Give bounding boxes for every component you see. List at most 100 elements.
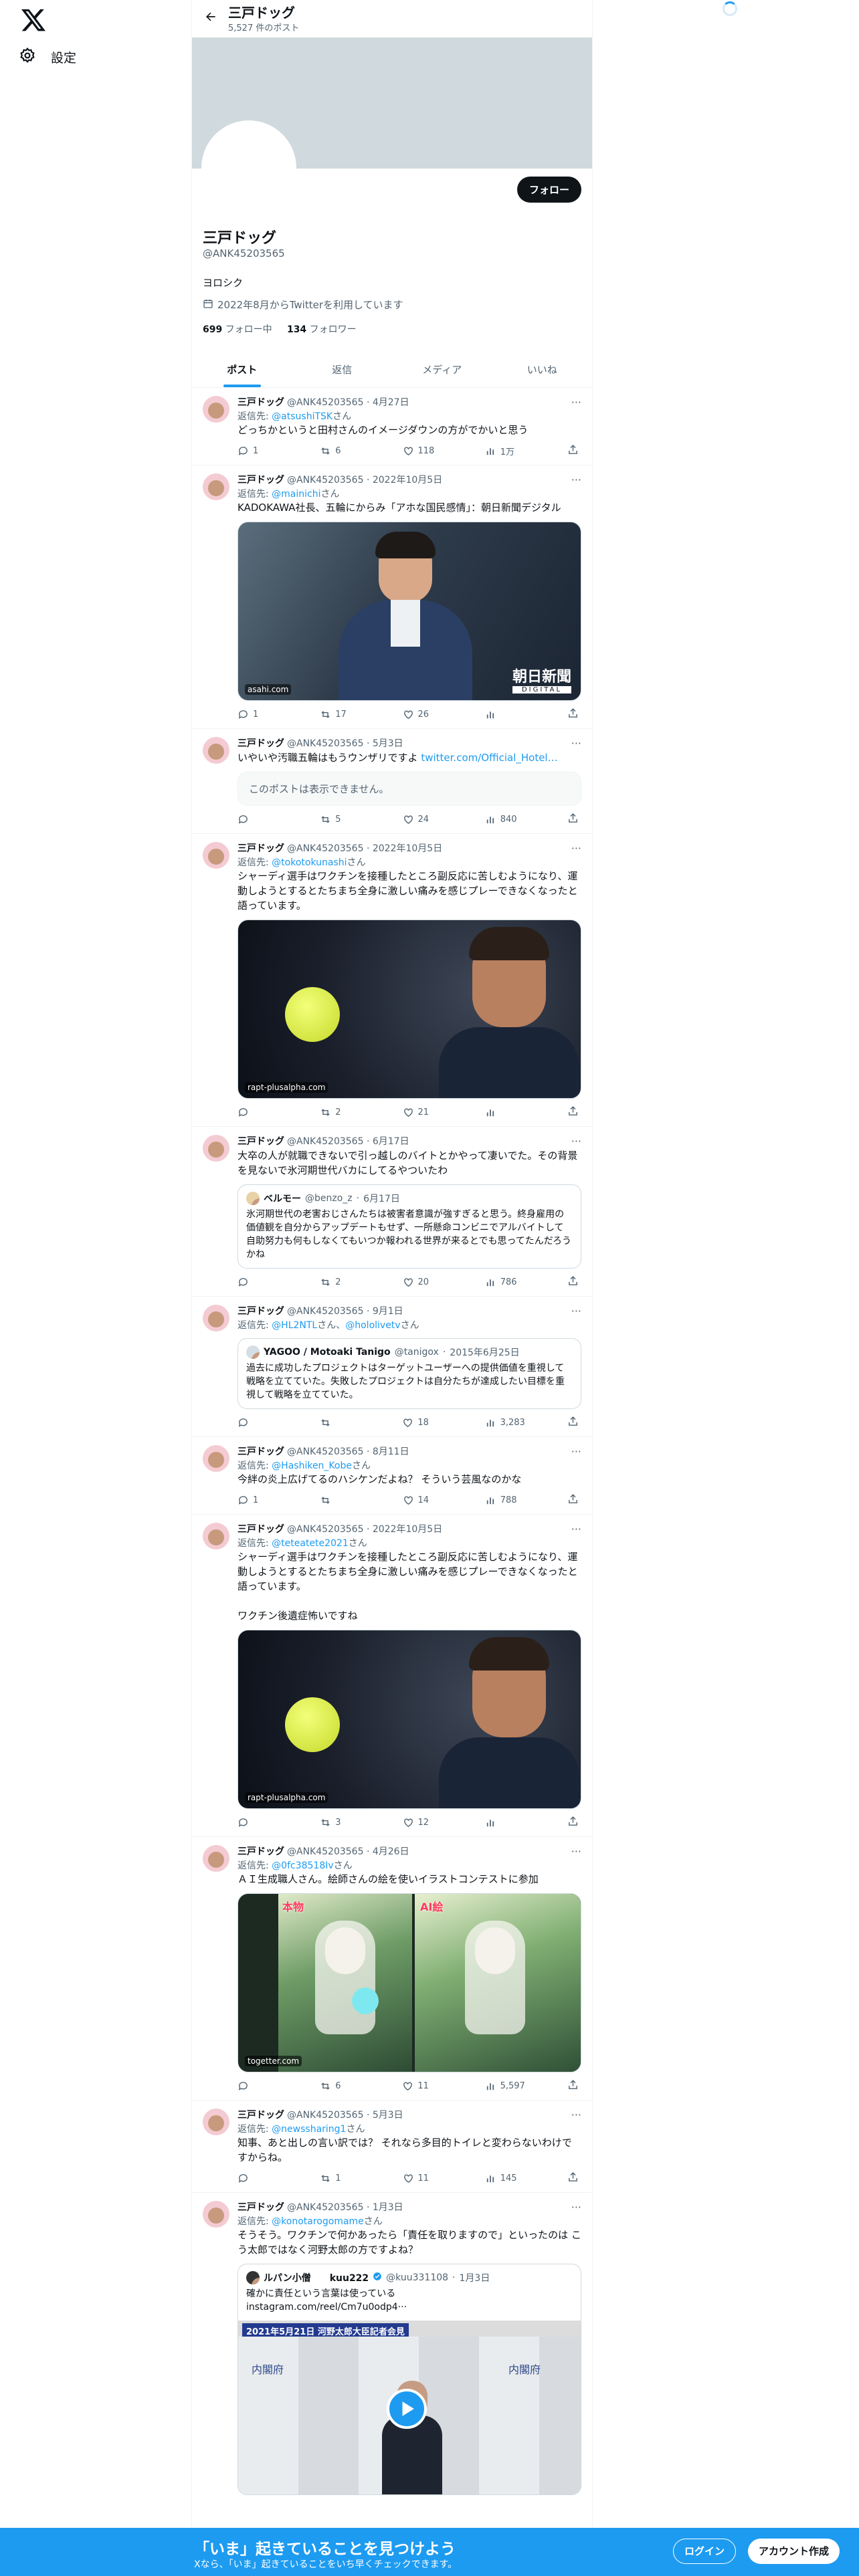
tweet-media-image[interactable]: 本物 AI絵 togetter.com	[237, 1893, 581, 2072]
retweet-button[interactable]: 2	[320, 1275, 360, 1289]
avatar[interactable]	[203, 1445, 229, 1472]
tweet-author[interactable]: 三戸ドッグ	[237, 396, 284, 409]
avatar[interactable]	[203, 842, 229, 869]
more-icon[interactable]: ···	[571, 737, 581, 750]
tweet[interactable]: 三戸ドッグ @ANK45203565 · 9月1日 ··· 返信先: @HL2NTL…	[192, 1297, 592, 1437]
reply-button[interactable]	[237, 1275, 278, 1289]
reply-mention[interactable]: @tokotokunashi	[272, 857, 347, 868]
more-icon[interactable]: ···	[571, 1135, 581, 1148]
avatar[interactable]	[203, 396, 229, 423]
tweet-link[interactable]: twitter.com/Official_Hotel…	[421, 752, 557, 764]
share-icon[interactable]	[567, 444, 579, 458]
reply-mention[interactable]: @newssharing1	[272, 2124, 346, 2135]
tweet-date[interactable]: 4月27日	[373, 396, 409, 409]
retweet-button[interactable]: 2	[320, 1105, 360, 1119]
views-button[interactable]	[485, 1105, 525, 1119]
more-icon[interactable]: ···	[571, 396, 581, 409]
tweet-date[interactable]: 8月11日	[373, 1445, 409, 1459]
tweet-date[interactable]: 2022年10月5日	[373, 473, 442, 487]
share-icon[interactable]	[567, 1416, 579, 1430]
like-button[interactable]: 26	[403, 708, 443, 722]
reply-mention[interactable]: @konotarogomame	[272, 2216, 364, 2227]
tweet-author[interactable]: 三戸ドッグ	[237, 1135, 284, 1148]
avatar[interactable]	[203, 473, 229, 500]
reply-button[interactable]	[237, 1105, 278, 1119]
avatar[interactable]	[203, 1523, 229, 1549]
reply-mention[interactable]: @HL2NTL	[272, 1320, 317, 1331]
tweet[interactable]: 三戸ドッグ @ANK45203565 · 2022年10月5日 ··· 返信先: @…	[192, 834, 592, 1127]
share-icon[interactable]	[567, 2171, 579, 2185]
followers-link[interactable]: 134 フォロワー	[287, 324, 357, 335]
views-button[interactable]: 3,283	[485, 1416, 525, 1430]
more-icon[interactable]: ···	[571, 2201, 581, 2214]
signup-button[interactable]: アカウント作成	[748, 2539, 840, 2564]
more-icon[interactable]: ···	[571, 842, 581, 855]
retweet-button[interactable]: 6	[320, 2079, 360, 2093]
tab-likes[interactable]: いいね	[492, 352, 593, 387]
login-button[interactable]: ログイン	[673, 2539, 737, 2564]
retweet-button[interactable]	[320, 1416, 360, 1430]
tweet[interactable]: 三戸ドッグ @ANK45203565 · 5月3日 ··· いやいや汚職五輪はもうウ…	[192, 729, 592, 834]
retweet-button[interactable]: 3	[320, 1816, 360, 1830]
reply-mention[interactable]: @mainichi	[272, 489, 320, 500]
tweet[interactable]: 三戸ドッグ @ANK45203565 · 6月17日 ··· 大卒の人が就職できない…	[192, 1127, 592, 1297]
share-icon[interactable]	[567, 1105, 579, 1119]
quoted-tweet[interactable]: ルパン小僧 kuu222 @kuu331108 · 1月3日 確かに責任という言葉は使…	[237, 2264, 581, 2495]
avatar[interactable]	[203, 1845, 229, 1872]
like-button[interactable]: 14	[403, 1493, 443, 1507]
reply-button[interactable]	[237, 1416, 278, 1430]
retweet-button[interactable]: 1	[320, 2171, 360, 2185]
more-icon[interactable]: ···	[571, 473, 581, 487]
reply-button[interactable]: 1	[237, 708, 278, 722]
tweet-date[interactable]: 2022年10月5日	[373, 842, 442, 855]
reply-button[interactable]	[237, 2171, 278, 2185]
tweet-media-image[interactable]: rapt-plusalpha.com	[237, 920, 581, 1099]
tweet-author[interactable]: 三戸ドッグ	[237, 2201, 284, 2214]
tweet-date[interactable]: 5月3日	[373, 737, 403, 750]
views-button[interactable]: 5,597	[485, 2079, 525, 2093]
views-button[interactable]: 786	[485, 1275, 525, 1289]
back-arrow-icon[interactable]	[204, 10, 228, 27]
views-button[interactable]: 840	[485, 813, 525, 827]
avatar[interactable]	[203, 1305, 229, 1331]
tweet-date[interactable]: 6月17日	[373, 1135, 409, 1148]
reply-button[interactable]	[237, 1816, 278, 1830]
share-icon[interactable]	[567, 1493, 579, 1507]
avatar[interactable]	[203, 737, 229, 764]
reply-mention[interactable]: @hololivetv	[345, 1320, 400, 1331]
more-icon[interactable]: ···	[571, 1845, 581, 1858]
like-button[interactable]: 18	[402, 1416, 442, 1430]
tweet[interactable]: 三戸ドッグ @ANK45203565 · 8月11日 ··· 返信先: @Hashi…	[192, 1437, 592, 1515]
tweet-date[interactable]: 9月1日	[373, 1305, 403, 1318]
tweet-author[interactable]: 三戸ドッグ	[237, 1523, 284, 1536]
tweet[interactable]: 三戸ドッグ @ANK45203565 · 1月3日 ··· 返信先: @konota…	[192, 2193, 592, 2502]
reply-mention[interactable]: @0fc38518Iv	[272, 1860, 333, 1871]
avatar[interactable]	[203, 2109, 229, 2135]
like-button[interactable]: 11	[403, 2171, 443, 2185]
tweet[interactable]: 三戸ドッグ @ANK45203565 · 4月26日 ··· 返信先: @0fc38…	[192, 1837, 592, 2101]
tab-replies[interactable]: 返信	[292, 352, 393, 387]
reply-button[interactable]: 1	[237, 444, 278, 458]
tweet-date[interactable]: 5月3日	[373, 2109, 403, 2122]
avatar[interactable]	[203, 1135, 229, 1162]
retweet-button[interactable]: 5	[320, 813, 360, 827]
reply-button[interactable]	[237, 813, 278, 827]
views-button[interactable]: 788	[485, 1493, 525, 1507]
tweet-author[interactable]: 三戸ドッグ	[237, 2109, 284, 2122]
tweet-author[interactable]: 三戸ドッグ	[237, 1305, 284, 1318]
views-button[interactable]: 1万	[485, 444, 525, 458]
retweet-button[interactable]: 17	[320, 708, 360, 722]
following-link[interactable]: 699 フォロー中	[203, 324, 272, 335]
tweet[interactable]: 三戸ドッグ @ANK45203565 · 2022年10月5日 ··· 返信先: @…	[192, 1515, 592, 1837]
quoted-tweet[interactable]: YAGOO / Motoaki Tanigo @tanigox · 2015年6月25…	[237, 1338, 581, 1409]
reply-button[interactable]: 1	[237, 1493, 278, 1507]
tweet-date[interactable]: 1月3日	[373, 2201, 403, 2214]
like-button[interactable]: 11	[402, 2079, 442, 2093]
tweet-author[interactable]: 三戸ドッグ	[237, 1445, 284, 1459]
like-button[interactable]: 20	[403, 1275, 443, 1289]
reply-mention[interactable]: @Hashiken_Kobe	[272, 1461, 352, 1471]
settings-link[interactable]: 設定	[19, 47, 76, 68]
more-icon[interactable]: ···	[571, 1445, 581, 1459]
like-button[interactable]: 24	[403, 813, 443, 827]
views-button[interactable]	[485, 708, 525, 722]
